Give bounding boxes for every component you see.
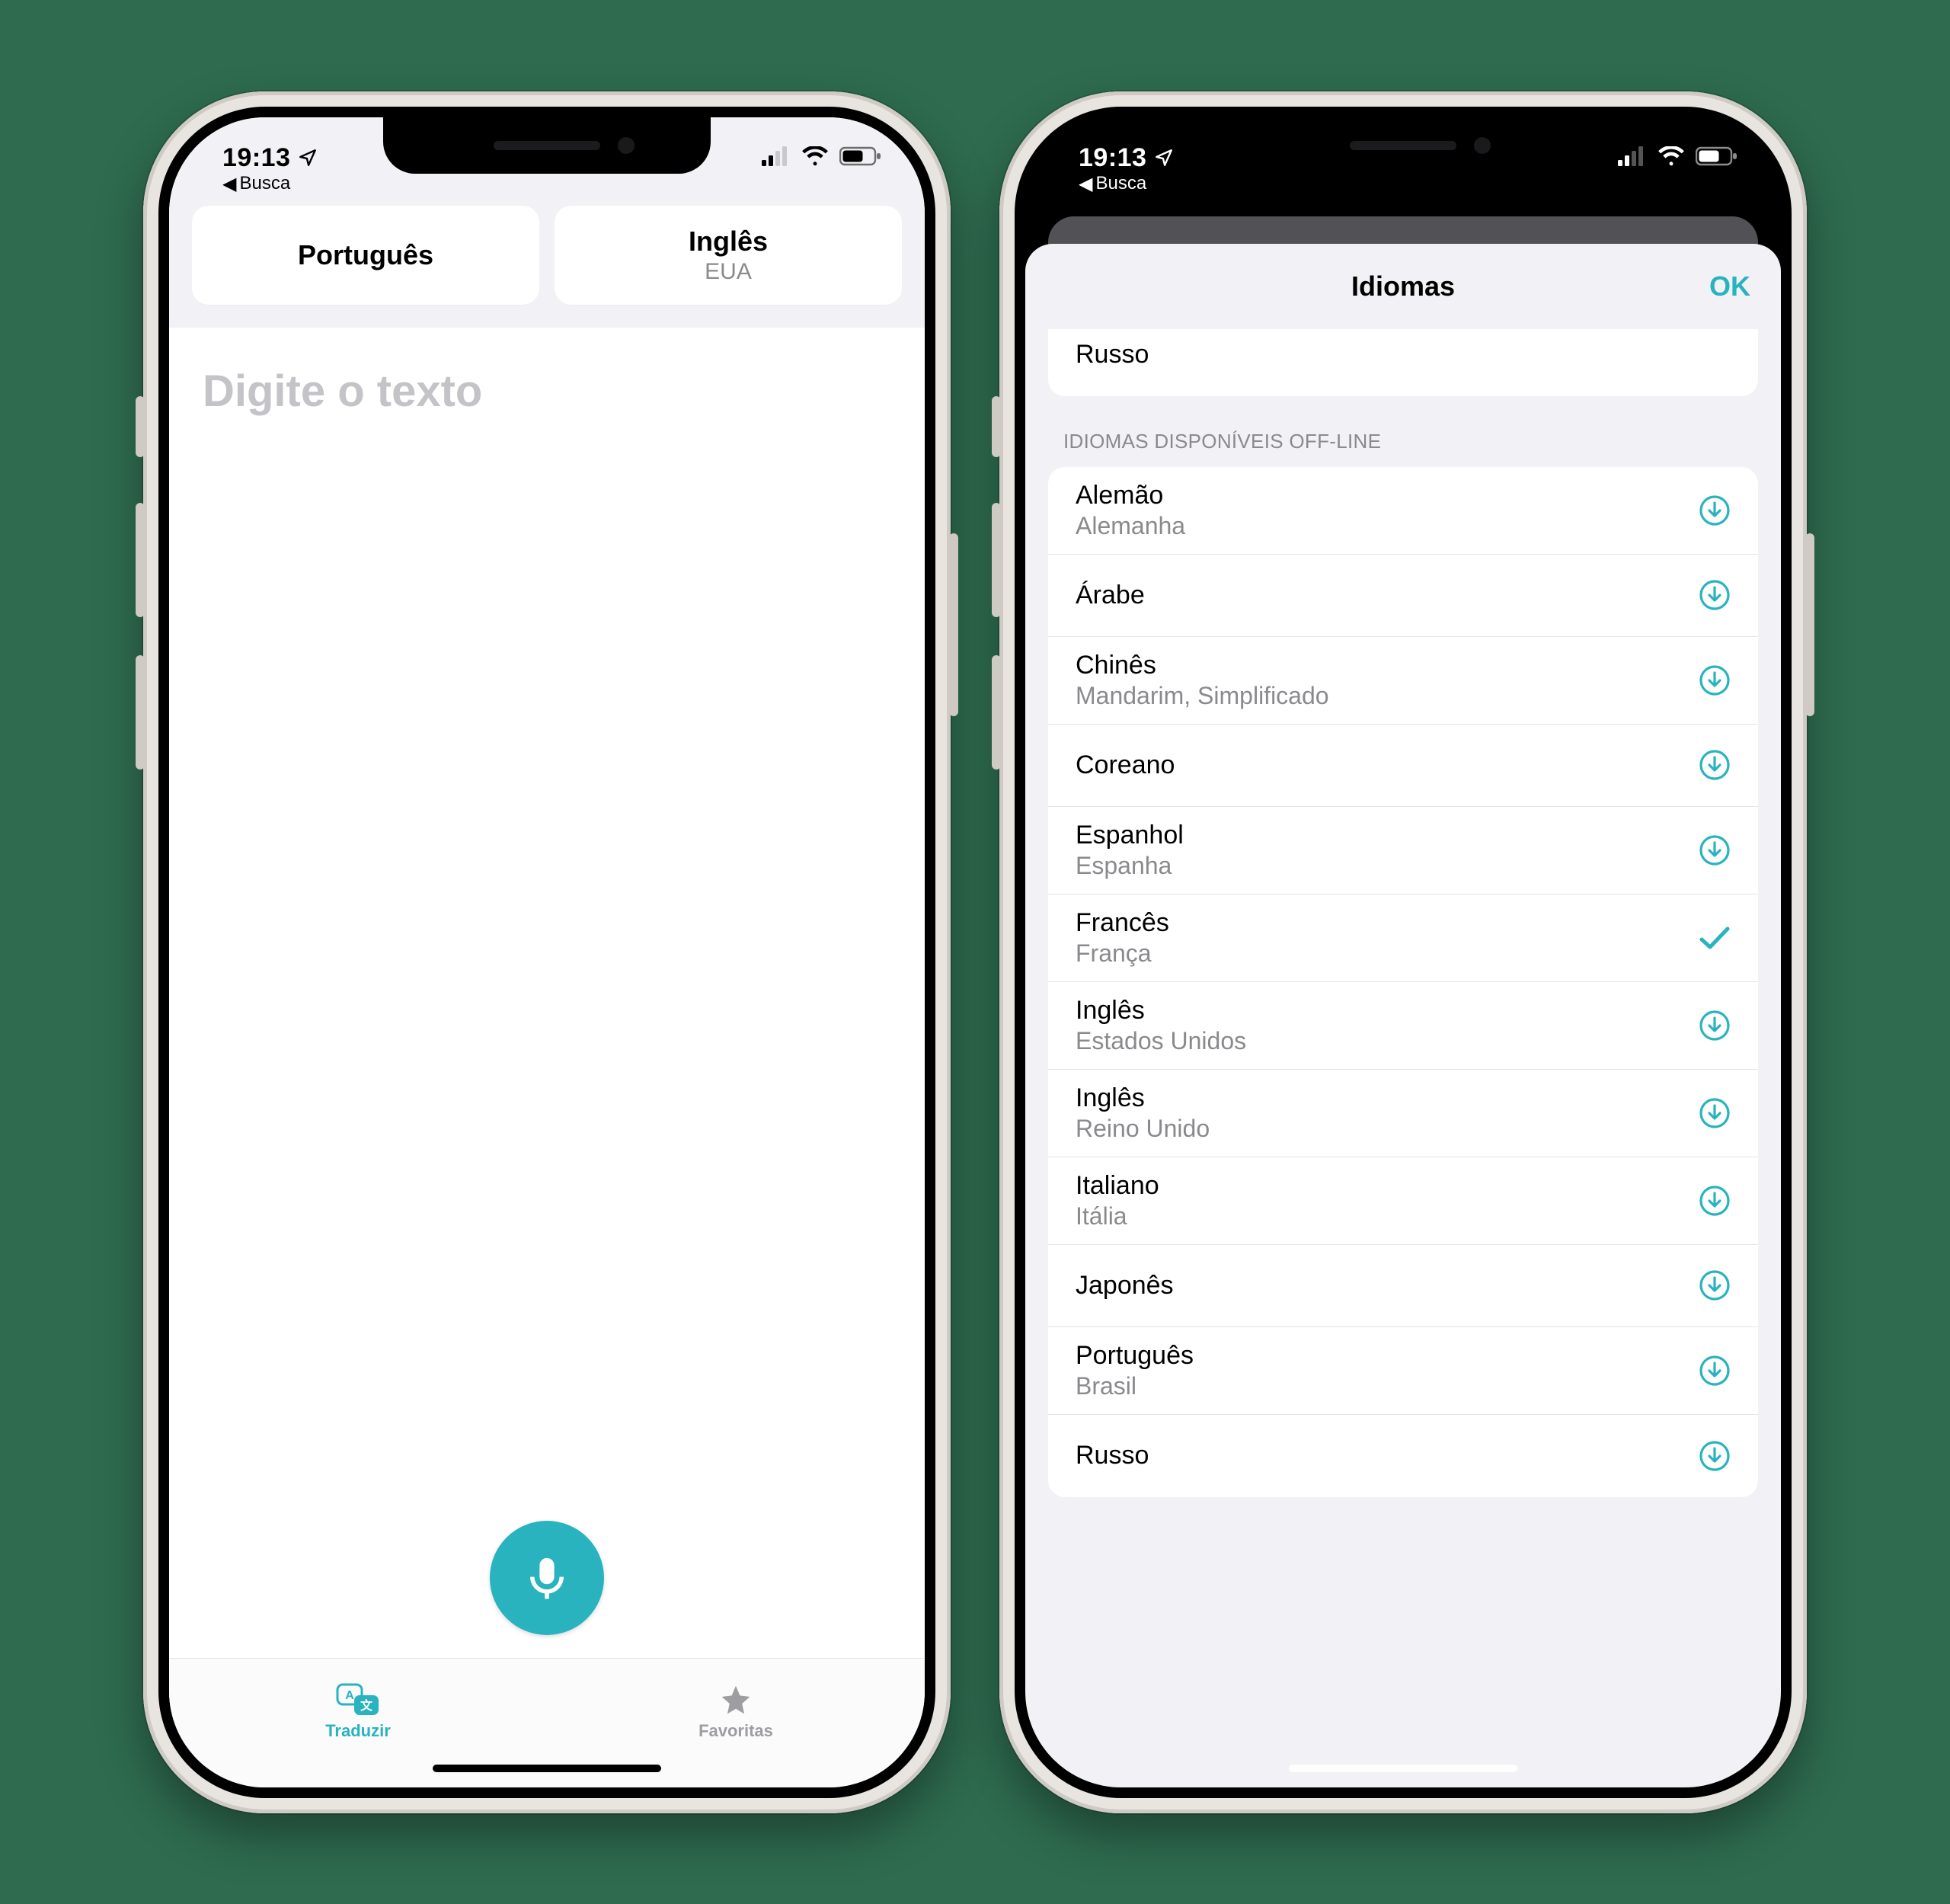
download-button[interactable] [1699, 1269, 1731, 1301]
language-row[interactable]: AlemãoAlemanha [1048, 467, 1758, 555]
svg-text:文: 文 [360, 1698, 373, 1713]
tab-translate-label: Traduzir [325, 1721, 391, 1741]
location-icon [298, 148, 318, 168]
language-name: Russo [1076, 1441, 1149, 1470]
cellular-icon [762, 146, 791, 166]
language-row[interactable]: PortuguêsBrasil [1048, 1327, 1758, 1415]
wifi-icon [801, 146, 829, 166]
language-subtitle: Espanha [1076, 852, 1184, 880]
language-subtitle: Reino Unido [1076, 1115, 1210, 1143]
language-row[interactable]: FrancêsFrança [1048, 894, 1758, 982]
language-row[interactable]: Coreano [1048, 725, 1758, 807]
download-button[interactable] [1699, 579, 1731, 611]
download-button[interactable] [1699, 1440, 1731, 1472]
location-icon [1154, 148, 1174, 168]
language-row[interactable]: ItalianoItália [1048, 1157, 1758, 1245]
tab-favorites[interactable]: Favoritas [547, 1659, 925, 1766]
translate-text-input[interactable]: Digite o texto [169, 328, 925, 1521]
microphone-icon [522, 1553, 572, 1603]
language-row[interactable]: EspanholEspanha [1048, 807, 1758, 894]
language-row[interactable]: Russo [1048, 329, 1758, 396]
language-name: Francês [1076, 908, 1169, 938]
download-button[interactable] [1699, 494, 1731, 526]
translate-icon: A文 [336, 1683, 380, 1717]
cellular-icon [1618, 146, 1647, 166]
language-name: Chinês [1076, 651, 1329, 680]
download-button[interactable] [1699, 1010, 1731, 1042]
sheet-navbar: Idiomas OK [1025, 244, 1781, 329]
language-subtitle: Estados Unidos [1076, 1027, 1246, 1055]
ok-button[interactable]: OK [1709, 270, 1750, 302]
target-language-button[interactable]: Inglês EUA [555, 206, 902, 305]
download-button[interactable] [1699, 834, 1731, 866]
star-icon [718, 1683, 754, 1717]
tab-favorites-label: Favoritas [698, 1721, 773, 1741]
input-placeholder: Digite o texto [203, 366, 891, 417]
source-language-button[interactable]: Português [192, 206, 539, 305]
language-subtitle: Itália [1076, 1202, 1159, 1230]
svg-text:A: A [345, 1689, 354, 1702]
language-subtitle: Alemanha [1076, 512, 1185, 540]
source-language-label: Português [298, 239, 433, 271]
battery-icon [839, 146, 882, 166]
tab-translate[interactable]: A文 Traduzir [169, 1659, 547, 1766]
download-button[interactable] [1699, 664, 1731, 696]
status-clock: 19:13 [222, 143, 290, 173]
battery-icon [1696, 146, 1738, 166]
language-subtitle: Mandarim, Simplificado [1076, 682, 1329, 710]
language-row[interactable]: Russo [1048, 1415, 1758, 1497]
language-row[interactable]: InglêsReino Unido [1048, 1070, 1758, 1157]
language-subtitle: Brasil [1076, 1372, 1194, 1400]
language-row[interactable]: Árabe [1048, 555, 1758, 637]
target-language-label: Inglês [689, 226, 768, 258]
device-right: 19:13 ◀ Busca [999, 91, 1807, 1813]
language-row[interactable]: ChinêsMandarim, Simplificado [1048, 637, 1758, 725]
language-subtitle: França [1076, 939, 1169, 968]
language-name: Espanhol [1076, 821, 1184, 850]
section-header-offline: IDIOMAS DISPONÍVEIS OFF-LINE [1025, 396, 1781, 467]
checkmark-icon [1697, 921, 1731, 955]
microphone-button[interactable] [490, 1521, 604, 1635]
language-name: Italiano [1076, 1171, 1159, 1201]
language-name: Japonês [1076, 1271, 1174, 1301]
status-clock: 19:13 [1079, 143, 1146, 173]
home-indicator[interactable] [433, 1765, 661, 1772]
language-name: Coreano [1076, 750, 1175, 780]
breadcrumb-back[interactable]: ◀ Busca [1079, 173, 1174, 195]
download-button[interactable] [1699, 1185, 1731, 1217]
breadcrumb-back[interactable]: ◀ Busca [222, 173, 318, 195]
language-row[interactable]: InglêsEstados Unidos [1048, 982, 1758, 1070]
target-language-sublabel: EUA [705, 259, 752, 285]
chevron-left-icon: ◀ [1079, 173, 1092, 195]
language-row[interactable]: Japonês [1048, 1245, 1758, 1327]
wifi-icon [1658, 146, 1685, 166]
language-name: Português [1076, 1341, 1194, 1371]
download-button[interactable] [1699, 1355, 1731, 1387]
home-indicator[interactable] [1289, 1765, 1517, 1772]
download-button[interactable] [1699, 749, 1731, 781]
download-button[interactable] [1699, 1097, 1731, 1129]
language-name: Inglês [1076, 996, 1246, 1026]
language-list: AlemãoAlemanha Árabe ChinêsMandarim, Simpl… [1048, 467, 1758, 1497]
language-name: Árabe [1076, 581, 1145, 610]
language-name: Inglês [1076, 1083, 1210, 1113]
chevron-left-icon: ◀ [222, 173, 236, 195]
sheet-title: Idiomas [1351, 270, 1455, 302]
language-name: Russo [1076, 340, 1149, 370]
device-left: 19:13 ◀ Busca [143, 91, 951, 1813]
language-name: Alemão [1076, 481, 1185, 510]
